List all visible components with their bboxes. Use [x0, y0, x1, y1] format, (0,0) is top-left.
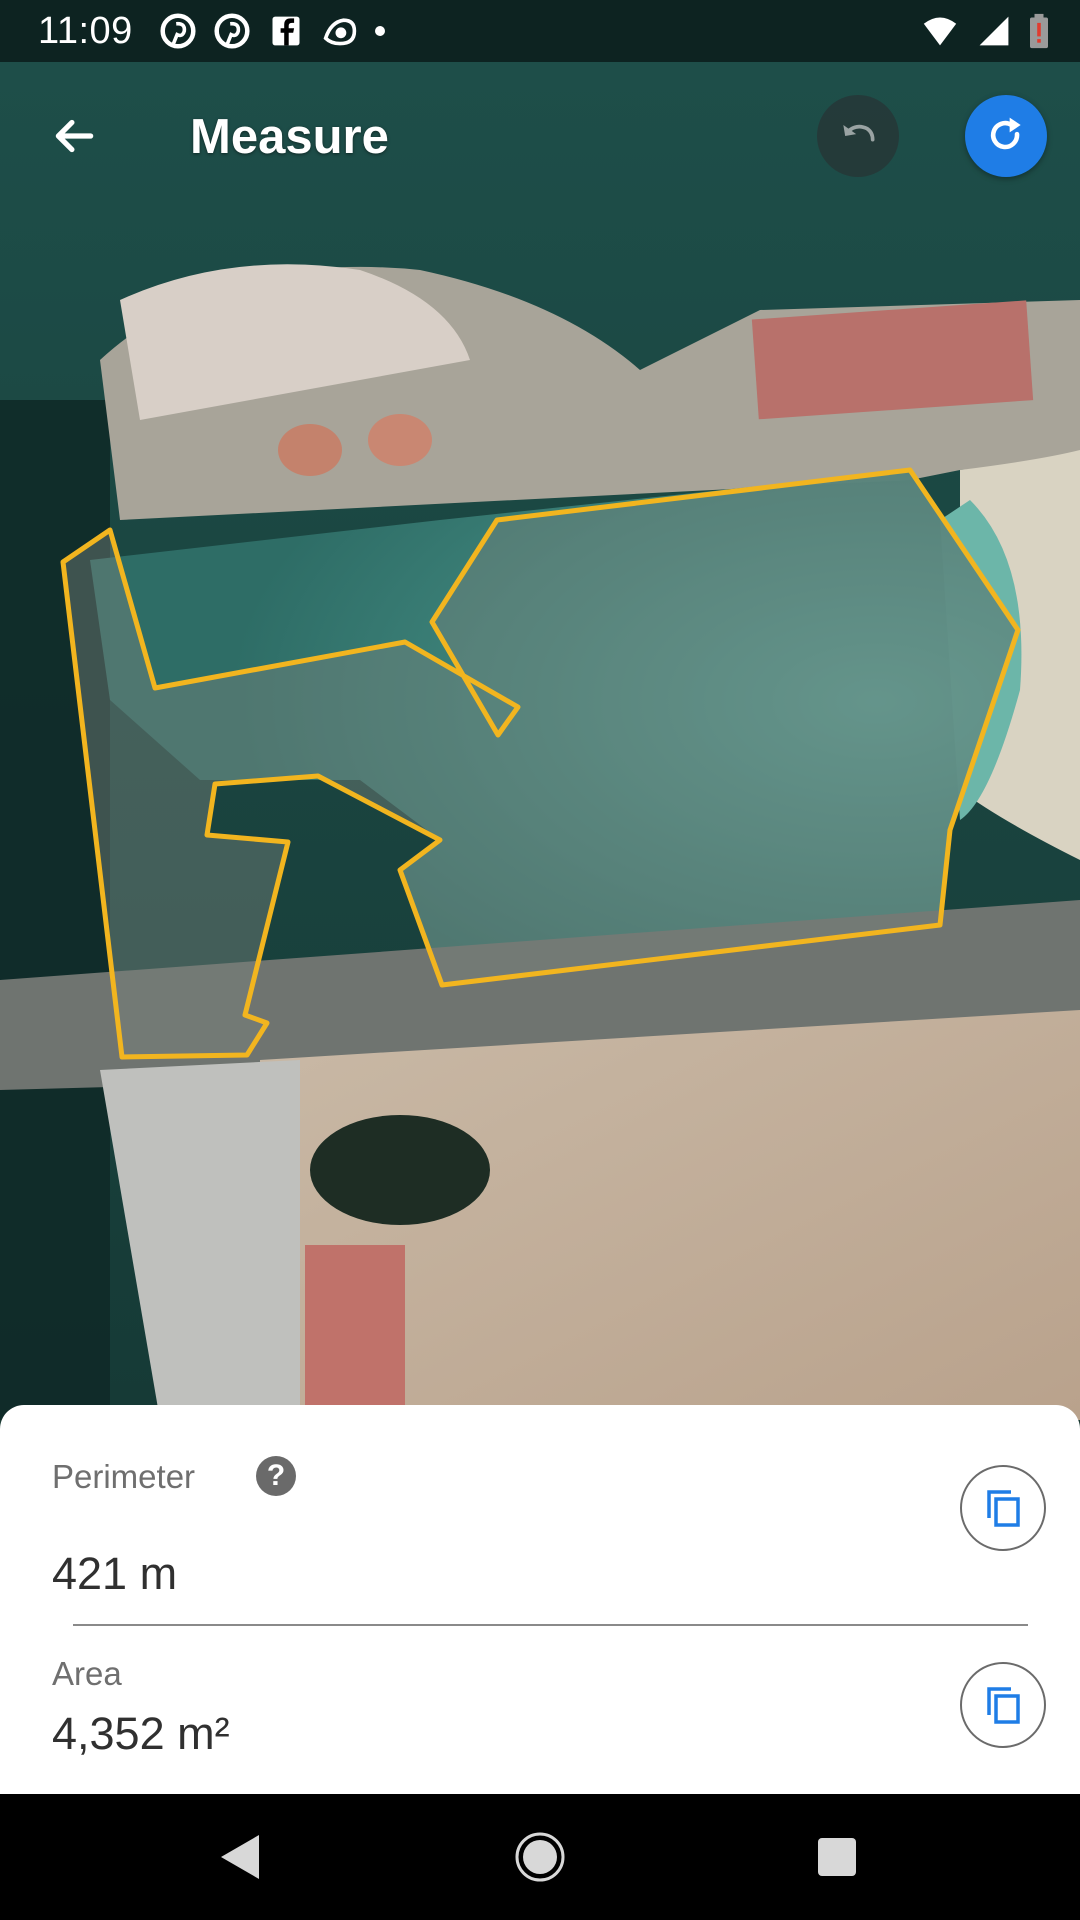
- area-value: 4,352 m²: [52, 1708, 230, 1759]
- dot-icon: [375, 26, 385, 36]
- status-bar: 11:09: [0, 0, 1080, 62]
- redo-button[interactable]: [965, 95, 1047, 177]
- umbrella: [278, 424, 342, 476]
- status-time: 11:09: [38, 10, 133, 52]
- cell-signal-icon: [979, 16, 1009, 46]
- pinterest-icon: [214, 13, 250, 49]
- battery-alert-icon: [1030, 13, 1048, 49]
- measurement-sheet: Perimeter ? 421 m Area 4,352 m²: [0, 1405, 1080, 1795]
- copy-perimeter-button[interactable]: [960, 1465, 1046, 1551]
- redo-icon: [990, 117, 1021, 150]
- umbrella: [368, 414, 432, 466]
- eye-icon: [323, 18, 357, 46]
- copy-icon: [987, 1490, 1020, 1527]
- lower-building: [305, 1245, 405, 1420]
- notification-icons: [158, 13, 386, 49]
- system-status-icons: [920, 13, 1050, 49]
- undo-button[interactable]: [817, 95, 899, 177]
- help-icon[interactable]: ?: [256, 1456, 296, 1496]
- satellite-map[interactable]: [0, 0, 1080, 1420]
- divider: [73, 1624, 1028, 1626]
- perimeter-value: 421 m: [52, 1548, 178, 1599]
- undo-icon: [843, 124, 875, 142]
- nav-back-icon: [221, 1835, 259, 1879]
- red-roof-building: [751, 300, 1034, 420]
- facebook-icon: [272, 16, 300, 46]
- copy-area-button[interactable]: [960, 1662, 1046, 1748]
- nav-home-icon: [515, 1832, 565, 1882]
- arrow-back-icon: [55, 119, 94, 153]
- map-canvas[interactable]: [0, 0, 1080, 1420]
- wifi-icon: [923, 17, 957, 46]
- nav-recents-icon: [818, 1838, 856, 1876]
- pinterest-icon: [160, 13, 196, 49]
- nav-back-button[interactable]: [204, 1822, 274, 1892]
- navigation-bar: [0, 1794, 1080, 1920]
- back-button[interactable]: [34, 96, 114, 176]
- perimeter-label: Perimeter: [52, 1458, 196, 1495]
- screen: 11:09 Measure Perimeter ? 421 m Area 4,3…: [0, 0, 1080, 1920]
- nav-home-button[interactable]: [505, 1822, 575, 1892]
- area-label: Area: [52, 1655, 122, 1692]
- trees: [310, 1115, 490, 1225]
- copy-icon: [987, 1687, 1020, 1724]
- nav-recents-button[interactable]: [802, 1822, 872, 1892]
- page-title: Measure: [190, 110, 389, 164]
